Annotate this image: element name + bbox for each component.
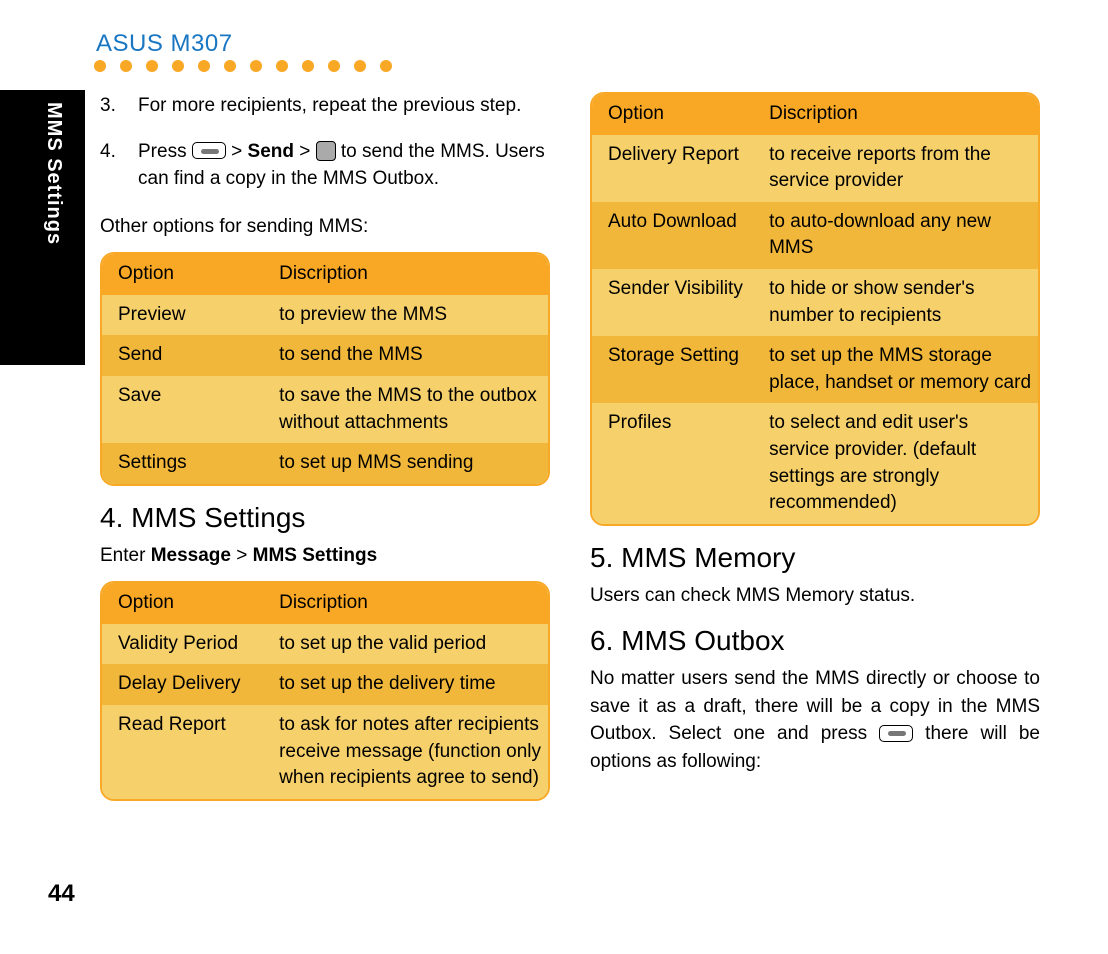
left-column: 3. For more recipients, repeat the previ… (100, 92, 550, 807)
soft-key-icon (192, 142, 226, 159)
cell: Settings (118, 450, 279, 477)
cell: to set up MMS sending (279, 450, 542, 477)
cell: Sender Visibility (608, 276, 769, 329)
table-mms-settings-2: Option Discription Delivery Reportto rec… (590, 92, 1040, 526)
table-row: Delay Deliveryto set up the delivery tim… (102, 664, 548, 705)
cell: Read Report (118, 712, 279, 792)
table-row: Profilesto select and edit user's servic… (592, 403, 1038, 523)
table-row: Saveto save the MMS to the outbox withou… (102, 376, 548, 443)
table-mms-settings-1: Option Discription Validity Periodto set… (100, 581, 550, 801)
cell: to set up the delivery time (279, 671, 542, 698)
text: Press (138, 141, 192, 162)
table-header: Option Discription (592, 94, 1038, 135)
step-number: 3. (100, 92, 138, 120)
step-text: Press > Send > to send the MMS. Users ca… (138, 138, 550, 193)
cell: Profiles (608, 410, 769, 516)
cell: Delay Delivery (118, 671, 279, 698)
table-row: Validity Periodto set up the valid perio… (102, 624, 548, 665)
decorative-dots (94, 60, 392, 72)
table-row: Read Reportto ask for notes after recipi… (102, 705, 548, 799)
cell: to set up the valid period (279, 631, 542, 658)
cell: to save the MMS to the outbox without at… (279, 383, 542, 436)
section-4-enter: Enter Message > MMS Settings (100, 542, 550, 570)
table-row: Previewto preview the MMS (102, 295, 548, 336)
cell: Auto Download (608, 209, 769, 262)
step-number: 4. (100, 138, 138, 193)
step-text: For more recipients, repeat the previous… (138, 92, 550, 120)
side-tab-label: MMS Settings (42, 102, 65, 245)
cell: to ask for notes after recipients receiv… (279, 712, 542, 792)
send-label: Send (248, 141, 294, 162)
header-model: ASUS M307 (96, 30, 233, 58)
step-3: 3. For more recipients, repeat the previ… (100, 92, 550, 120)
bold: Message (151, 545, 231, 566)
text: Enter (100, 545, 151, 566)
table-row: Delivery Reportto receive reports from t… (592, 135, 1038, 202)
text: > (231, 545, 253, 566)
section-4-title: 4. MMS Settings (100, 502, 550, 534)
bold: MMS Settings (253, 545, 378, 566)
section-6-body: No matter users send the MMS directly or… (590, 665, 1040, 775)
other-options-label: Other options for sending MMS: (100, 213, 550, 241)
ok-key-icon (316, 141, 336, 161)
section-5-title: 5. MMS Memory (590, 542, 1040, 574)
cell: to hide or show sender's number to recip… (769, 276, 1032, 329)
section-5-body: Users can check MMS Memory status. (590, 582, 1040, 610)
text: > (294, 141, 316, 162)
page-number: 44 (48, 880, 75, 908)
cell: to send the MMS (279, 342, 542, 369)
col-header: Option (118, 261, 279, 288)
col-header: Option (118, 590, 279, 617)
text: > (226, 141, 248, 162)
cell: Delivery Report (608, 142, 769, 195)
cell: to receive reports from the service prov… (769, 142, 1032, 195)
table-row: Storage Settingto set up the MMS storage… (592, 336, 1038, 403)
cell: to preview the MMS (279, 302, 542, 329)
table-row: Sendto send the MMS (102, 335, 548, 376)
col-header: Option (608, 101, 769, 128)
col-header: Discription (279, 590, 542, 617)
table-header: Option Discription (102, 254, 548, 295)
side-tab: MMS Settings (0, 90, 85, 365)
col-header: Discription (279, 261, 542, 288)
table-row: Auto Downloadto auto-download any new MM… (592, 202, 1038, 269)
cell: Preview (118, 302, 279, 329)
right-column: Option Discription Delivery Reportto rec… (590, 92, 1040, 807)
cell: to select and edit user's service provid… (769, 410, 1032, 516)
table-row: Settingsto set up MMS sending (102, 443, 548, 484)
section-6-title: 6. MMS Outbox (590, 625, 1040, 657)
cell: to auto-download any new MMS (769, 209, 1032, 262)
table-send-options: Option Discription Previewto preview the… (100, 252, 550, 486)
soft-key-icon (879, 725, 913, 742)
cell: Send (118, 342, 279, 369)
step-4: 4. Press > Send > to send the MMS. Users… (100, 138, 550, 193)
cell: to set up the MMS storage place, handset… (769, 343, 1032, 396)
cell: Storage Setting (608, 343, 769, 396)
table-row: Sender Visibilityto hide or show sender'… (592, 269, 1038, 336)
cell: Save (118, 383, 279, 436)
cell: Validity Period (118, 631, 279, 658)
table-header: Option Discription (102, 583, 548, 624)
col-header: Discription (769, 101, 1032, 128)
